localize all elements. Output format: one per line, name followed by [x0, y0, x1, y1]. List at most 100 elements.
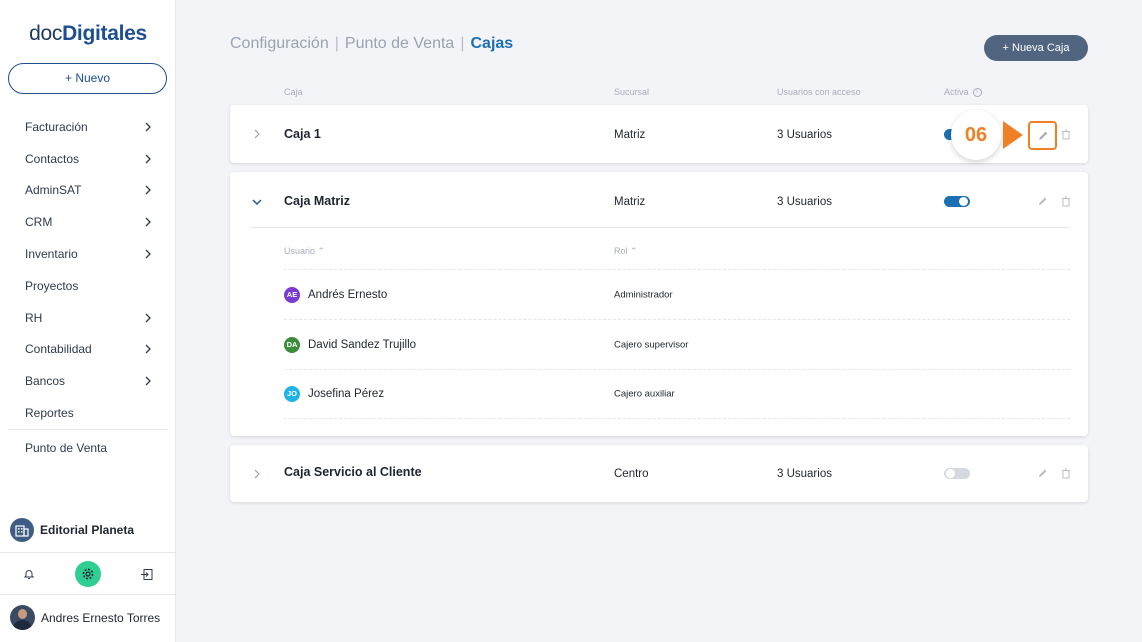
- user-role: Administrador: [614, 289, 673, 300]
- sidebar-toolbar: [0, 560, 176, 588]
- arrow-right-icon: [1003, 121, 1023, 149]
- sidebar-item-reportes[interactable]: Reportes: [0, 397, 176, 429]
- breadcrumb: Configuración | Punto de Venta | Cajas: [230, 35, 513, 53]
- logo-prefix: doc: [29, 22, 63, 45]
- active-toggle[interactable]: [944, 196, 970, 207]
- sidebar-divider: [0, 594, 176, 595]
- sidebar-item-bancos[interactable]: Bancos: [0, 365, 176, 397]
- user-role: Cajero supervisor: [614, 339, 689, 350]
- user-name: Josefina Pérez: [308, 388, 385, 400]
- divider: [250, 227, 1070, 228]
- trash-icon[interactable]: [1059, 127, 1073, 141]
- breadcrumb-configuracion[interactable]: Configuración: [230, 35, 329, 52]
- column-header-caja: Caja: [284, 87, 303, 97]
- building-icon: [10, 518, 34, 542]
- sidebar: docDigitales + Nuevo Facturación Contact…: [0, 0, 176, 642]
- sidebar-item-label: AdminSAT: [25, 183, 82, 198]
- chevron-right-icon: [145, 154, 151, 164]
- avatar: [10, 605, 35, 630]
- sidebar-item-label: RH: [25, 310, 43, 325]
- chevron-right-icon: [145, 249, 151, 259]
- step-number-badge: 06: [951, 110, 1001, 160]
- sidebar-item-label: Inventario: [25, 247, 78, 262]
- caja-name: Caja 1: [284, 127, 321, 141]
- sidebar-item-label: CRM: [25, 215, 53, 230]
- caja-usuarios: 3 Usuarios: [777, 468, 832, 480]
- column-header-usuarios: Usuarios con acceso: [777, 87, 861, 97]
- sidebar-item-label: Contabilidad: [25, 342, 92, 357]
- user-cell: DA David Sandez Trujillo: [284, 336, 417, 353]
- chevron-right-icon[interactable]: [250, 467, 264, 481]
- breadcrumb-separator: |: [334, 35, 339, 52]
- user-name: David Sandez Trujillo: [308, 338, 417, 351]
- caja-name: Caja Matriz: [284, 194, 350, 208]
- active-toggle[interactable]: [944, 468, 970, 479]
- avatar: JO: [284, 386, 300, 402]
- brand-logo[interactable]: docDigitales: [0, 22, 176, 46]
- sidebar-item-label: Proyectos: [25, 278, 79, 293]
- column-header-sucursal: Sucursal: [614, 87, 650, 97]
- chevron-right-icon: [145, 345, 151, 354]
- info-icon[interactable]: i: [972, 88, 982, 98]
- caja-sucursal: Matriz: [614, 196, 646, 208]
- chevron-right-icon: [145, 376, 151, 386]
- company-selector[interactable]: Editorial Planeta: [10, 518, 134, 542]
- caja-sucursal: Centro: [614, 468, 649, 480]
- caja-sucursal: Matriz: [614, 129, 646, 141]
- column-header-activa: Activa i: [944, 87, 982, 98]
- new-caja-button[interactable]: + Nueva Caja: [984, 35, 1088, 61]
- avatar: DA: [284, 336, 300, 353]
- breadcrumb-punto-de-venta[interactable]: Punto de Venta: [345, 35, 454, 52]
- user-cell: JO Josefina Pérez: [284, 386, 384, 402]
- bell-icon[interactable]: [17, 562, 41, 586]
- column-header-label: Activa: [944, 87, 969, 97]
- sidebar-item-label: Punto de Venta: [25, 440, 108, 455]
- breadcrumb-cajas: Cajas: [470, 35, 514, 52]
- column-header-usuario[interactable]: Usuario ⌃: [284, 246, 325, 257]
- chevron-right-icon: [145, 122, 151, 132]
- user-profile[interactable]: Andres Ernesto Torres: [10, 605, 160, 630]
- user-name: Andrés Ernesto: [308, 288, 388, 301]
- sidebar-item-adminsat[interactable]: AdminSAT: [0, 175, 176, 207]
- caja-card: Caja Matriz Matriz 3 Usuarios Usuario ⌃ …: [230, 172, 1088, 436]
- sidebar-item-contabilidad[interactable]: Contabilidad: [0, 334, 176, 366]
- edit-icon[interactable]: [1035, 466, 1049, 480]
- trash-icon[interactable]: [1059, 466, 1073, 480]
- sidebar-item-crm[interactable]: CRM: [0, 206, 176, 238]
- edit-button-highlight[interactable]: [1028, 121, 1057, 150]
- user-role: Cajero auxiliar: [614, 388, 675, 400]
- chevron-right-icon: [145, 313, 151, 323]
- chevron-right-icon: [145, 186, 151, 195]
- breadcrumb-separator: |: [460, 35, 465, 52]
- user-row[interactable]: JO Josefina Pérez Cajero auxiliar: [284, 369, 1070, 419]
- user-row[interactable]: AE Andrés Ernesto Administrador: [284, 269, 1070, 319]
- sidebar-item-label: Facturación: [25, 119, 88, 134]
- sidebar-item-punto-de-venta[interactable]: Punto de Venta: [0, 430, 176, 466]
- sidebar-item-contactos[interactable]: Contactos: [0, 143, 176, 175]
- user-cell: AE Andrés Ernesto: [284, 286, 388, 303]
- new-button[interactable]: + Nuevo: [8, 63, 167, 94]
- trash-icon[interactable]: [1059, 194, 1073, 208]
- table-row[interactable]: Caja Matriz Matriz 3 Usuarios: [230, 172, 1088, 230]
- sidebar-item-facturacion[interactable]: Facturación: [0, 111, 176, 143]
- caja-usuarios: 3 Usuarios: [777, 196, 832, 208]
- logout-icon[interactable]: [134, 562, 158, 586]
- sidebar-item-rh[interactable]: RH: [0, 302, 176, 334]
- edit-icon[interactable]: [1035, 194, 1049, 208]
- caja-name: Caja Servicio al Cliente: [284, 465, 422, 479]
- sidebar-nav: Facturación Contactos AdminSAT CRM Inven…: [0, 111, 176, 466]
- sidebar-item-label: Reportes: [25, 406, 74, 421]
- sidebar-item-label: Contactos: [25, 151, 80, 166]
- chevron-down-icon[interactable]: [250, 195, 264, 209]
- user-name: Andres Ernesto Torres: [41, 610, 161, 625]
- user-row[interactable]: DA David Sandez Trujillo Cajero supervis…: [284, 319, 1070, 369]
- chevron-right-icon: [145, 217, 151, 227]
- caja-usuarios: 3 Usuarios: [777, 129, 832, 141]
- sidebar-item-proyectos[interactable]: Proyectos: [0, 270, 176, 302]
- table-row[interactable]: Caja Servicio al Cliente Centro 3 Usuari…: [230, 445, 1088, 503]
- gear-icon[interactable]: [75, 561, 101, 587]
- caja-card: Caja Servicio al Cliente Centro 3 Usuari…: [230, 445, 1088, 502]
- column-header-rol[interactable]: Rol ⌃: [614, 246, 638, 257]
- chevron-right-icon[interactable]: [250, 127, 264, 141]
- sidebar-item-inventario[interactable]: Inventario: [0, 238, 176, 270]
